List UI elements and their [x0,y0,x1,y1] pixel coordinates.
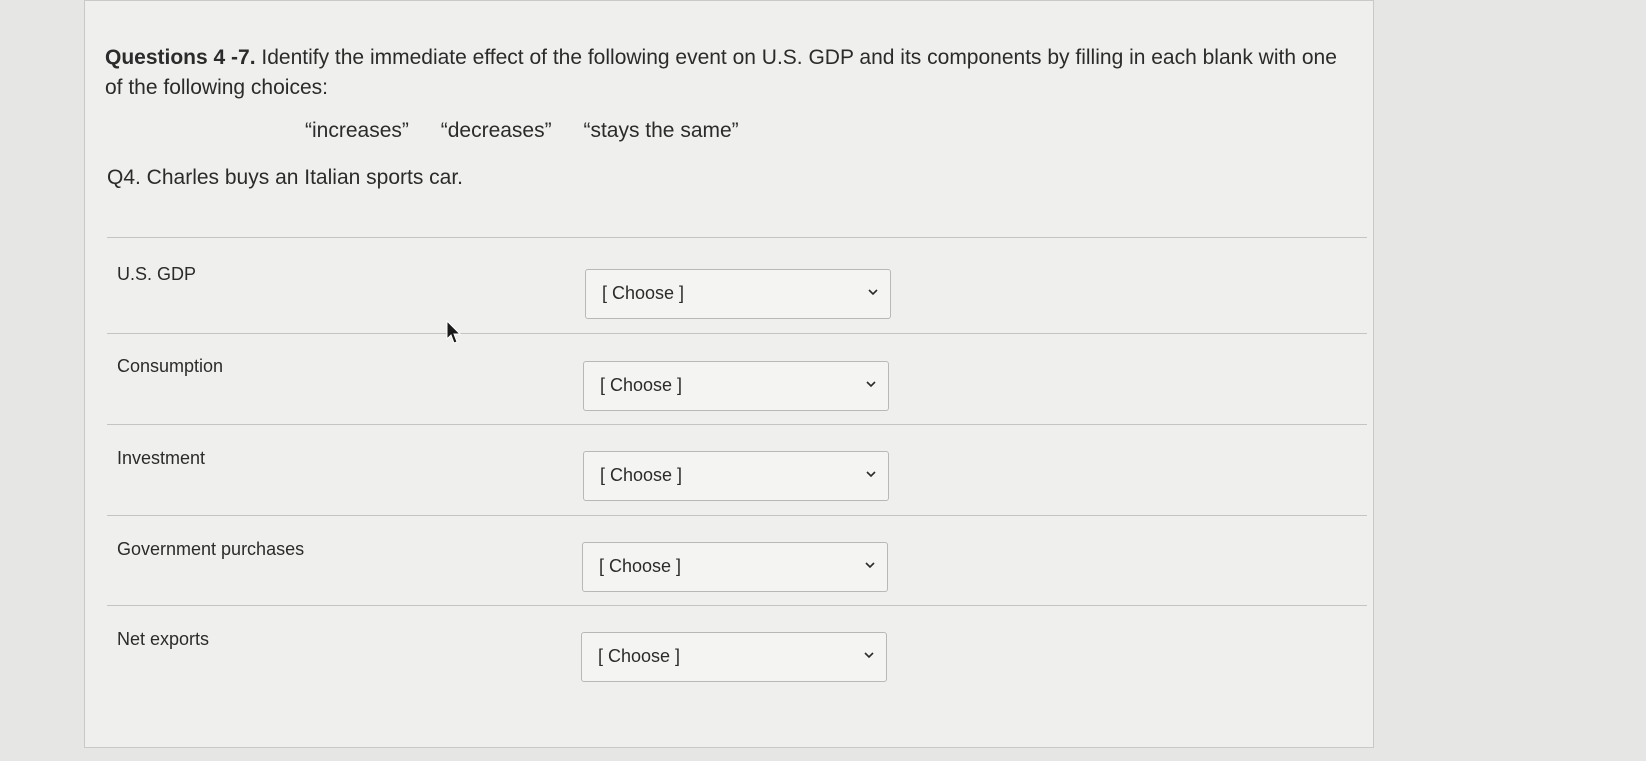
dropdown-value: [ Choose ] [600,465,683,485]
chevron-down-icon [864,652,874,659]
dropdown-value: [ Choose ] [600,375,683,395]
chevron-down-icon [866,471,876,478]
consumption-dropdown[interactable]: [ Choose ] [583,361,889,411]
row-label-consumption: Consumption [117,356,224,376]
choice-decreases: “decreases” [440,119,552,142]
chevron-down-icon [868,289,878,296]
choice-increases: “increases” [305,119,409,142]
answer-choices: “increases” “decreases” “stays the same” [305,119,765,143]
row-divider [107,333,1367,334]
chevron-down-icon [865,562,875,569]
row-divider [107,515,1367,516]
row-divider [107,605,1367,606]
row-divider [107,237,1367,238]
question-text: Q4. Charles buys an Italian sports car. [107,166,464,189]
choice-stays-the-same: “stays the same” [583,119,739,142]
chevron-down-icon [866,381,876,388]
question-prompt: Questions 4 -7. Identify the immediate e… [105,43,1345,103]
investment-dropdown[interactable]: [ Choose ] [583,451,889,501]
government-purchases-dropdown[interactable]: [ Choose ] [582,542,888,592]
row-label-investment: Investment [117,448,206,468]
prompt-text: Identify the immediate effect of the fol… [105,46,1337,99]
dropdown-value: [ Choose ] [599,556,682,576]
mouse-pointer-icon [446,320,462,344]
quiz-question-card: Questions 4 -7. Identify the immediate e… [84,0,1374,748]
dropdown-value: [ Choose ] [602,283,685,303]
net-exports-dropdown[interactable]: [ Choose ] [581,632,887,682]
row-label-net-exports: Net exports [117,629,210,649]
prompt-heading: Questions 4 -7. [105,46,256,69]
row-label-us-gdp: U.S. GDP [117,264,197,284]
row-divider [107,424,1367,425]
row-label-government-purchases: Government purchases [117,539,305,559]
dropdown-value: [ Choose ] [598,646,681,666]
us-gdp-dropdown[interactable]: [ Choose ] [585,269,891,319]
